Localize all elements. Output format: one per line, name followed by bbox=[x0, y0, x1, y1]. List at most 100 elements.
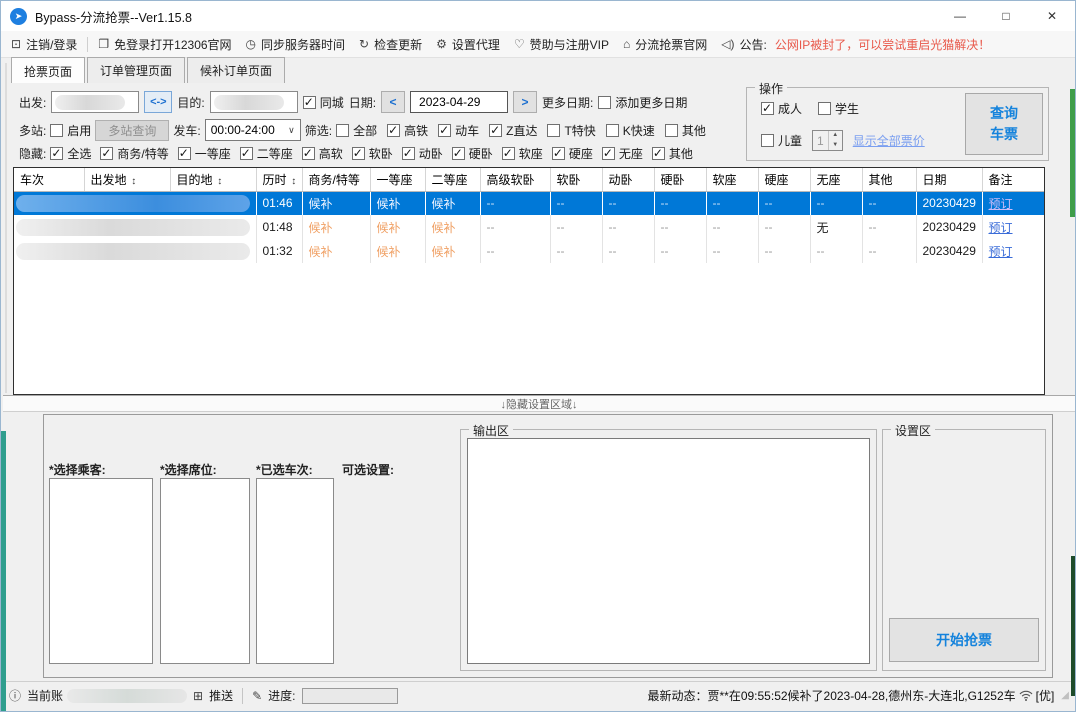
column-header-12[interactable]: 硬座 bbox=[758, 168, 810, 191]
column-header-2[interactable]: 目的地 ↕ bbox=[170, 168, 256, 191]
output-log-list[interactable] bbox=[467, 438, 870, 664]
next-date-button[interactable]: > bbox=[513, 91, 537, 113]
column-header-4[interactable]: 商务/特等 bbox=[302, 168, 370, 191]
child-count-stepper[interactable]: 1 ▲▼ bbox=[812, 130, 843, 151]
logout-login[interactable]: ⊡注销/登录 bbox=[11, 36, 77, 53]
filter-checkbox-5-box[interactable] bbox=[606, 124, 619, 137]
filter-checkbox-3-box[interactable] bbox=[489, 124, 502, 137]
column-header-7[interactable]: 高级软卧 bbox=[480, 168, 550, 191]
train-row[interactable]: 01:46候补候补候补----------------20230429预订 bbox=[14, 191, 1044, 215]
column-header-0[interactable]: 车次 bbox=[14, 168, 84, 191]
same-city-checkbox[interactable]: 同城 bbox=[303, 94, 344, 111]
hide-checkbox-3-box[interactable] bbox=[240, 147, 253, 160]
show-all-prices-link[interactable]: 显示全部票价 bbox=[853, 132, 925, 149]
set-proxy[interactable]: ⚙设置代理 bbox=[436, 36, 500, 53]
train-row[interactable]: 01:32候补候补候补----------------20230429预订 bbox=[14, 239, 1044, 263]
hide-checkbox-1-box[interactable] bbox=[100, 147, 113, 160]
filter-checkbox-6-box[interactable] bbox=[665, 124, 678, 137]
hide-checkbox-0-box[interactable] bbox=[50, 147, 63, 160]
stepper-arrows[interactable]: ▲▼ bbox=[828, 131, 842, 150]
hide-checkbox-7-box[interactable] bbox=[452, 147, 465, 160]
column-header-9[interactable]: 动卧 bbox=[602, 168, 654, 191]
seat-list[interactable] bbox=[160, 478, 250, 664]
filter-checkbox-4-box[interactable] bbox=[547, 124, 560, 137]
child-checkbox[interactable]: 儿童 bbox=[761, 132, 802, 149]
multi-station-query-button[interactable]: 多站查询 bbox=[95, 120, 169, 141]
student-checkbox-box[interactable] bbox=[818, 102, 831, 115]
hide-checkbox-2-box[interactable] bbox=[178, 147, 191, 160]
selected-trains-list[interactable] bbox=[256, 478, 334, 664]
hide-checkbox-6-box[interactable] bbox=[402, 147, 415, 160]
spin-up-icon[interactable]: ▲ bbox=[829, 131, 842, 141]
filter-checkbox-6[interactable]: 其他 bbox=[665, 122, 706, 139]
column-header-15[interactable]: 日期 bbox=[916, 168, 982, 191]
column-header-14[interactable]: 其他 bbox=[862, 168, 916, 191]
column-header-16[interactable]: 备注 bbox=[982, 168, 1044, 191]
swap-stations-button[interactable]: <-> bbox=[144, 91, 172, 113]
hide-checkbox-11-box[interactable] bbox=[652, 147, 665, 160]
push-label[interactable]: 推送 bbox=[209, 687, 233, 704]
filter-checkbox-0[interactable]: 全部 bbox=[336, 122, 377, 139]
hide-checkbox-2[interactable]: 一等座 bbox=[178, 145, 231, 162]
query-tickets-button[interactable]: 查询车票 bbox=[965, 93, 1043, 155]
column-header-8[interactable]: 软卧 bbox=[550, 168, 602, 191]
hide-checkbox-8[interactable]: 软座 bbox=[502, 145, 543, 162]
minimize-button[interactable]: — bbox=[937, 1, 983, 31]
sync-server-time[interactable]: ◷同步服务器时间 bbox=[246, 36, 346, 53]
filter-checkbox-4[interactable]: T特快 bbox=[547, 122, 595, 139]
hide-checkbox-11[interactable]: 其他 bbox=[652, 145, 693, 162]
column-header-6[interactable]: 二等座 bbox=[425, 168, 480, 191]
enable-multi-checkbox-box[interactable] bbox=[50, 124, 63, 137]
hide-checkbox-10[interactable]: 无座 bbox=[602, 145, 643, 162]
column-header-1[interactable]: 出发地 ↕ bbox=[84, 168, 170, 191]
filter-checkbox-1[interactable]: 高铁 bbox=[387, 122, 428, 139]
hide-checkbox-8-box[interactable] bbox=[502, 147, 515, 160]
column-header-5[interactable]: 一等座 bbox=[370, 168, 425, 191]
hide-checkbox-0[interactable]: 全选 bbox=[50, 145, 91, 162]
book-link[interactable]: 预订 bbox=[989, 221, 1013, 235]
book-link[interactable]: 预订 bbox=[989, 245, 1013, 259]
hide-settings-divider[interactable]: ↓隐藏设置区域↓ bbox=[3, 395, 1075, 412]
resize-grip[interactable]: ◢ bbox=[1061, 690, 1069, 701]
hide-checkbox-7[interactable]: 硬卧 bbox=[452, 145, 493, 162]
same-city-checkbox-box[interactable] bbox=[303, 96, 316, 109]
add-more-dates-checkbox-box[interactable] bbox=[598, 96, 611, 109]
column-header-13[interactable]: 无座 bbox=[810, 168, 862, 191]
train-row[interactable]: 01:48候补候补候补------------无--20230429预订 bbox=[14, 215, 1044, 239]
hide-checkbox-1[interactable]: 商务/特等 bbox=[100, 145, 168, 162]
hide-checkbox-3[interactable]: 二等座 bbox=[240, 145, 293, 162]
to-input[interactable] bbox=[210, 91, 298, 113]
filter-checkbox-2-box[interactable] bbox=[438, 124, 451, 137]
main-tab-1[interactable]: 订单管理页面 bbox=[87, 57, 185, 83]
student-checkbox[interactable]: 学生 bbox=[818, 100, 859, 117]
hide-checkbox-5[interactable]: 软卧 bbox=[352, 145, 393, 162]
adult-checkbox-box[interactable] bbox=[761, 102, 774, 115]
main-tab-2[interactable]: 候补订单页面 bbox=[187, 57, 285, 83]
passenger-list[interactable] bbox=[49, 478, 153, 664]
filter-checkbox-1-box[interactable] bbox=[387, 124, 400, 137]
depart-time-select[interactable]: 00:00-24:00 ∨ bbox=[205, 119, 301, 141]
add-more-dates-checkbox[interactable]: 添加更多日期 bbox=[598, 94, 687, 111]
maximize-button[interactable]: □ bbox=[983, 1, 1029, 31]
from-input[interactable] bbox=[51, 91, 139, 113]
filter-checkbox-0-box[interactable] bbox=[336, 124, 349, 137]
start-grabbing-button[interactable]: 开始抢票 bbox=[889, 618, 1039, 662]
hide-checkbox-9-box[interactable] bbox=[552, 147, 565, 160]
prev-date-button[interactable]: < bbox=[381, 91, 405, 113]
spin-down-icon[interactable]: ▼ bbox=[829, 141, 842, 151]
date-input[interactable]: 2023-04-29 bbox=[410, 91, 508, 113]
adult-checkbox[interactable]: 成人 bbox=[761, 100, 802, 117]
enable-multi-checkbox[interactable]: 启用 bbox=[50, 122, 91, 139]
hide-checkbox-6[interactable]: 动卧 bbox=[402, 145, 443, 162]
close-button[interactable]: ✕ bbox=[1029, 1, 1075, 31]
column-header-10[interactable]: 硬卧 bbox=[654, 168, 706, 191]
column-header-3[interactable]: 历时 ↕ bbox=[256, 168, 302, 191]
hide-checkbox-5-box[interactable] bbox=[352, 147, 365, 160]
announcement[interactable]: ◁)公告: bbox=[721, 36, 767, 53]
child-checkbox-box[interactable] bbox=[761, 134, 774, 147]
filter-checkbox-2[interactable]: 动车 bbox=[438, 122, 479, 139]
sponsor-vip[interactable]: ♡赞助与注册VIP bbox=[514, 36, 609, 53]
main-tab-0[interactable]: 抢票页面 bbox=[11, 57, 85, 84]
column-header-11[interactable]: 软座 bbox=[706, 168, 758, 191]
filter-checkbox-5[interactable]: K快速 bbox=[606, 122, 655, 139]
